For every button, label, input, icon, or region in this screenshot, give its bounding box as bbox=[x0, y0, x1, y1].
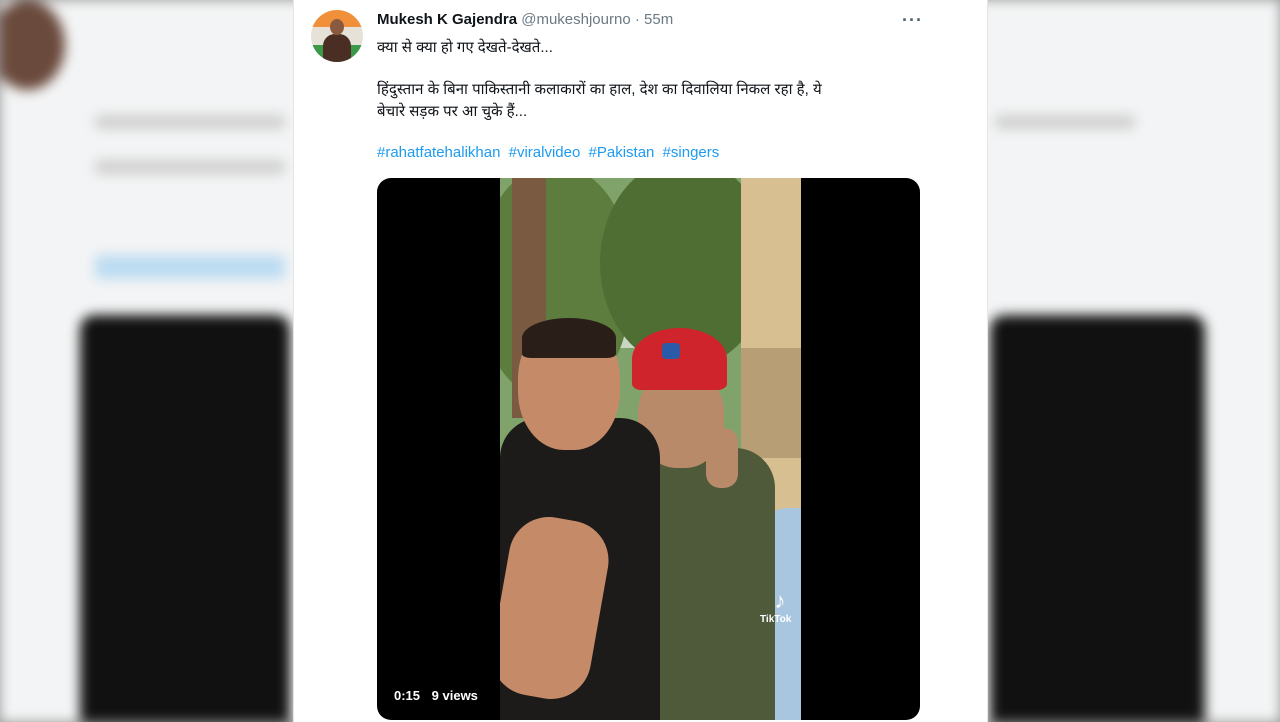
hashtag-link[interactable]: #viralvideo bbox=[509, 144, 581, 161]
video-meta: 0:15 9 views bbox=[394, 688, 478, 703]
video-player[interactable]: ♪ TikTok 0:15 9 views bbox=[377, 178, 920, 720]
video-views: 9 views bbox=[431, 688, 478, 703]
tweet-text-line-1: क्या से क्या हो गए देखते-देखते... bbox=[377, 39, 553, 56]
tweet-text-line-2: हिंदुस्तान के बिना पाकिस्तानी कलाकारों क… bbox=[377, 81, 822, 98]
user-handle[interactable]: @mukeshjourno bbox=[521, 11, 630, 28]
tweet-header: Mukesh K Gajendra @mukeshjourno · 55m bbox=[377, 11, 673, 28]
separator-dot: · bbox=[634, 11, 640, 28]
hashtag-link[interactable]: #singers bbox=[663, 144, 720, 161]
hashtag-list: #rahatfatehalikhan #viralvideo #Pakistan… bbox=[377, 144, 719, 161]
timestamp[interactable]: 55m bbox=[644, 11, 673, 28]
hashtag-link[interactable]: #Pakistan bbox=[589, 144, 655, 161]
video-time: 0:15 bbox=[394, 688, 421, 703]
tweet-card[interactable]: Mukesh K Gajendra @mukeshjourno · 55m ··… bbox=[293, 0, 988, 722]
tiktok-icon: ♪ bbox=[774, 588, 786, 613]
video-frame[interactable] bbox=[500, 178, 801, 720]
tweet-text-line-3: बेचारे सड़क पर आ चुके हैं... bbox=[377, 103, 528, 120]
more-options-icon[interactable]: ··· bbox=[902, 10, 923, 31]
tiktok-watermark: TikTok bbox=[760, 614, 792, 625]
avatar[interactable] bbox=[311, 10, 363, 62]
display-name[interactable]: Mukesh K Gajendra bbox=[377, 11, 517, 28]
hashtag-link[interactable]: #rahatfatehalikhan bbox=[377, 144, 500, 161]
